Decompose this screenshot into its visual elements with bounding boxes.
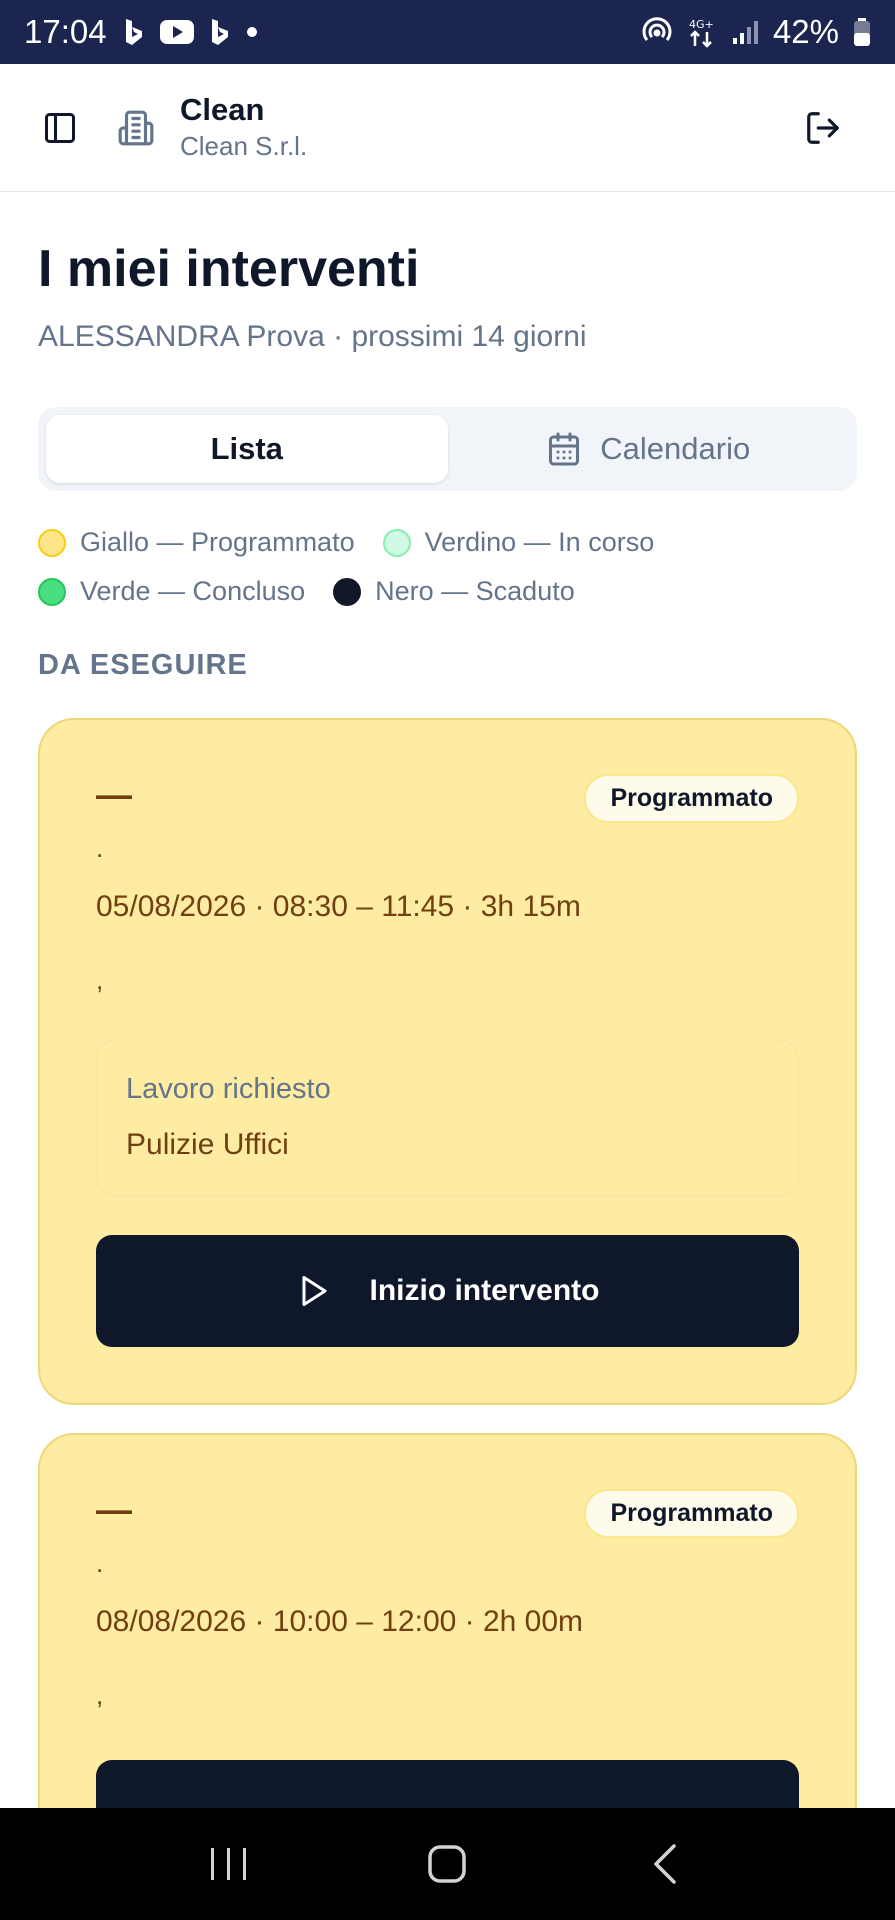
page-subtitle: ALESSANDRA Prova · prossimi 14 giorni: [38, 320, 587, 353]
calendar-icon: [549, 432, 580, 466]
intervention-card[interactable]: — Programmato . 08/08/2026 · 10:00 – 12:…: [38, 1433, 857, 1808]
recent-apps-icon: [211, 1848, 247, 1880]
intervention-datetime: 08/08/2026 · 10:00 – 12:00 · 2h 00m: [96, 1605, 584, 1638]
home-button[interactable]: [407, 1824, 487, 1904]
organization-info: Clean Clean S.r.l.: [180, 92, 307, 164]
start-intervention-button[interactable]: [96, 1760, 799, 1808]
legend-item: Verde — Concluso: [38, 576, 305, 607]
building-icon: [112, 104, 160, 152]
intervention-card[interactable]: — Programmato . 05/08/2026 · 08:30 – 11:…: [38, 718, 857, 1405]
logout-button[interactable]: [795, 100, 851, 156]
logout-icon: [807, 111, 839, 144]
organization-name: Clean: [180, 91, 265, 127]
hotspot-icon: [641, 16, 673, 48]
network-arrows-icon: 4G+: [687, 16, 717, 48]
section-title: DA ESEGUIRE: [38, 649, 248, 681]
status-legend: Giallo — Programmato Verdino — In corso …: [38, 527, 857, 607]
page-title: I miei interventi: [38, 240, 420, 298]
legend-item: Nero — Scaduto: [333, 576, 575, 607]
back-icon: [654, 1844, 676, 1884]
battery-icon: [853, 17, 871, 47]
system-navigation-bar: [0, 1808, 895, 1920]
work-requested-label: Lavoro richiesto: [126, 1073, 331, 1105]
intervention-name: —: [96, 1489, 132, 1530]
status-badge: Programmato: [584, 774, 799, 823]
app-header: Clean Clean S.r.l.: [0, 64, 895, 192]
recent-apps-button[interactable]: [189, 1824, 269, 1904]
legend-dot-light-green: [382, 528, 411, 557]
main-content[interactable]: I miei interventi ALESSANDRA Prova · pro…: [0, 193, 895, 1808]
back-button[interactable]: [626, 1824, 706, 1904]
intervention-location: .: [96, 833, 104, 863]
intervention-name: —: [96, 774, 132, 815]
status-time: 17:04: [24, 13, 107, 50]
system-icons: 4G+ 42%: [641, 13, 871, 51]
tab-lista-label: Lista: [210, 431, 283, 466]
bing-icon: [123, 17, 145, 47]
youtube-icon: [159, 19, 195, 45]
sidebar-icon: [45, 112, 75, 143]
view-toggle: Lista Calendario: [38, 407, 857, 491]
legend-label: Verde — Concluso: [80, 576, 306, 606]
home-icon: [428, 1845, 467, 1883]
status-badge: Programmato: [584, 1489, 799, 1538]
intervention-address: ,: [96, 965, 104, 995]
intervention-location: .: [96, 1548, 104, 1578]
start-intervention-button[interactable]: Inizio intervento: [96, 1235, 799, 1347]
work-requested-value: Pulizie Uffici: [126, 1128, 289, 1161]
intervention-datetime: 05/08/2026 · 08:30 – 11:45 · 3h 15m: [96, 890, 581, 923]
sidebar-toggle-button[interactable]: [36, 104, 84, 152]
legend-item: Giallo — Programmato: [38, 527, 355, 558]
play-icon: [302, 1276, 327, 1306]
legend-dot-green: [38, 577, 66, 606]
tab-lista[interactable]: Lista: [46, 415, 448, 483]
notification-icons: [123, 17, 259, 47]
legend-label: Giallo — Programmato: [80, 527, 355, 557]
legend-label: Verdino — In corso: [424, 527, 655, 557]
legend-item: Verdino — In corso: [382, 527, 655, 558]
legend-dot-yellow: [38, 528, 66, 557]
bing-icon: [209, 17, 231, 47]
start-intervention-label: Inizio intervento: [369, 1274, 600, 1307]
intervention-address: ,: [96, 1680, 104, 1710]
battery-percent: 42%: [772, 13, 839, 50]
organization-subtitle: Clean S.r.l.: [180, 130, 308, 161]
svg-text:4G+: 4G+: [689, 18, 714, 31]
work-requested-box: Lavoro richiesto Pulizie Uffici: [96, 1039, 799, 1197]
signal-icon: [731, 18, 759, 46]
status-bar: 17:04 4G+ 42%: [0, 0, 895, 64]
dot-icon: [245, 25, 259, 39]
legend-label: Nero — Scaduto: [375, 576, 575, 606]
tab-calendario[interactable]: Calendario: [448, 415, 850, 483]
legend-dot-black: [333, 577, 362, 606]
tab-calendario-label: Calendario: [600, 431, 751, 466]
